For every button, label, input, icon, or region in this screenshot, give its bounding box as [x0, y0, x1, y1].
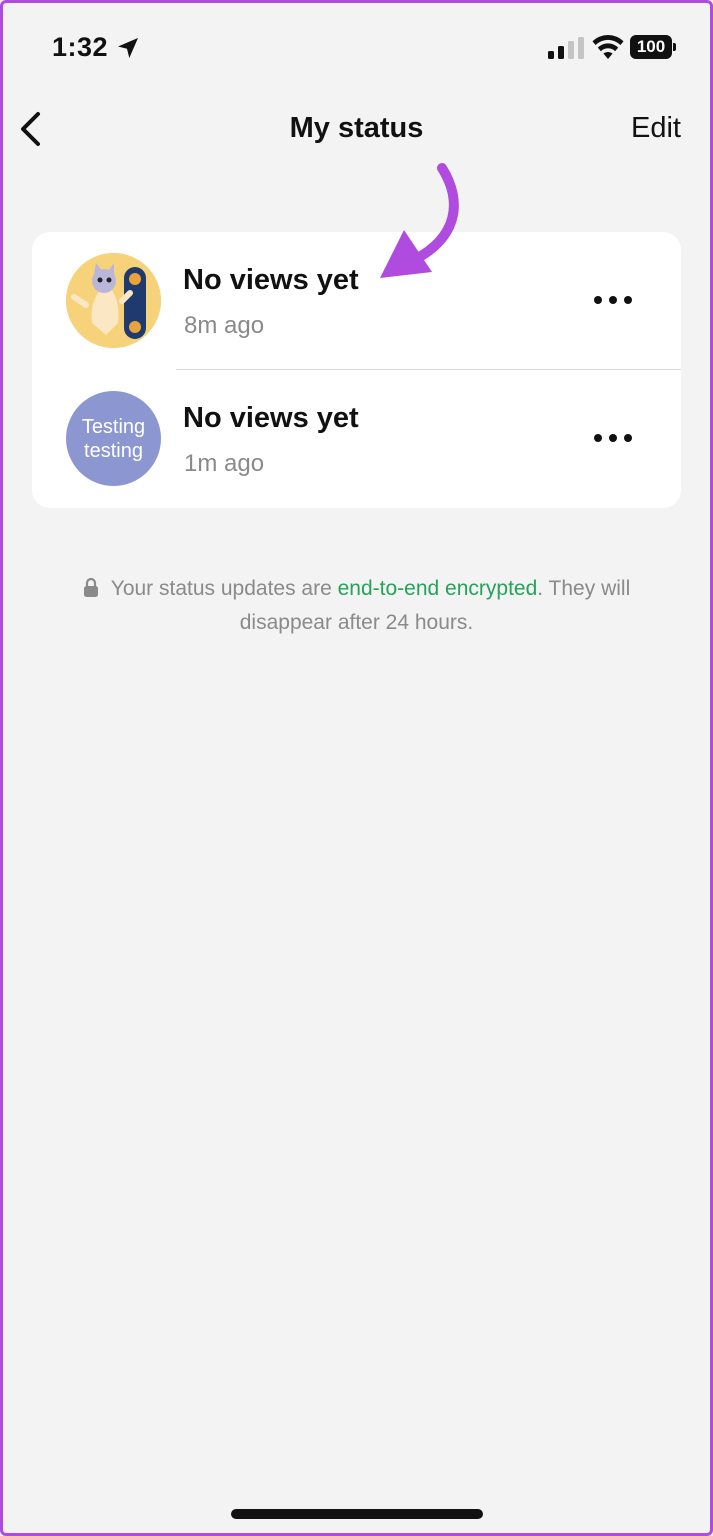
status-item[interactable]: No views yet 8m ago [32, 232, 681, 370]
status-thumbnail [66, 253, 161, 348]
status-timestamp: 8m ago [184, 312, 265, 339]
edit-button[interactable]: Edit [631, 112, 681, 145]
status-views-label: No views yet [183, 402, 359, 434]
signal-icon [548, 37, 584, 59]
status-thumbnail: Testing testing [66, 391, 161, 486]
status-bar: 1:32 100 [0, 0, 713, 100]
lock-icon [83, 577, 98, 597]
home-indicator[interactable] [231, 1509, 483, 1519]
status-timestamp: 1m ago [184, 450, 265, 477]
status-time: 1:32 [52, 32, 109, 62]
status-thumbnail-text: Testing testing [82, 415, 145, 463]
note-text-prefix: Your status updates are [110, 577, 338, 600]
encryption-note: Your status updates are end-to-end encry… [40, 572, 673, 640]
page-title: My status [289, 112, 424, 144]
status-item[interactable]: Testing testing No views yet 1m ago [32, 370, 681, 508]
encryption-link[interactable]: end-to-end encrypted [338, 577, 538, 600]
status-list: No views yet 8m ago Testing testing No v… [32, 232, 681, 508]
status-views-label: No views yet [183, 264, 359, 296]
thumbnail-text-line: testing [84, 439, 143, 462]
battery-tip [673, 43, 676, 51]
battery-icon: 100 [630, 35, 676, 59]
more-icon[interactable] [592, 290, 634, 310]
more-icon[interactable] [592, 428, 634, 448]
cat-sticker-image [66, 253, 161, 348]
battery-level: 100 [630, 35, 672, 59]
screenshot-frame [0, 0, 713, 1536]
thumbnail-text-line: Testing [81, 415, 146, 438]
wifi-icon [592, 35, 624, 59]
location-arrow-icon [118, 38, 138, 58]
